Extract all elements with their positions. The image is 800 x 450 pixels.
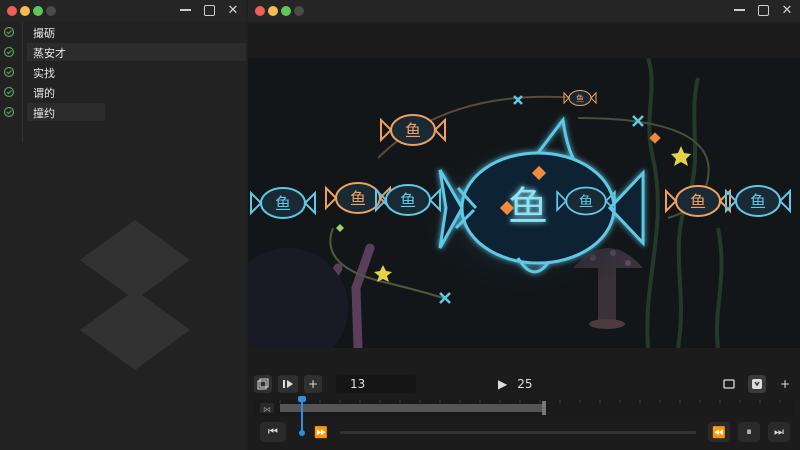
onion-skin-button[interactable] xyxy=(254,375,272,393)
fish-glyph-text: 鱼 xyxy=(405,121,421,140)
fish-glyph-text: 鱼 xyxy=(576,93,584,103)
layer-label: 实找 xyxy=(33,67,55,80)
window-buttons xyxy=(7,6,56,16)
fish-glyph-text: 鱼 xyxy=(350,189,366,208)
canvas-viewport[interactable]: 鱼 鱼鱼鱼鱼鱼鱼鱼鱼 xyxy=(248,58,800,348)
step-forward-icon xyxy=(283,380,293,388)
plus-icon: + xyxy=(307,377,319,391)
window-buttons xyxy=(255,6,304,16)
layer-label: 撮砺 xyxy=(33,27,55,40)
add-button[interactable]: + xyxy=(776,375,794,393)
keyframe-toggle-icon[interactable] xyxy=(3,26,15,38)
export-icon xyxy=(752,379,762,389)
fast-forward-icon: ⏩ xyxy=(314,425,328,439)
onion-skin-icon xyxy=(257,378,269,390)
keyframe-toggle-icon[interactable] xyxy=(3,86,15,98)
layer-list-item[interactable]: 实找 xyxy=(0,62,246,82)
transport-toolbar: + 13 ▶ 25 + xyxy=(248,372,800,396)
fish-glyph-text: 鱼 xyxy=(275,194,291,213)
maximize-icon[interactable] xyxy=(756,3,770,17)
keyframe-toggle-icon[interactable] xyxy=(3,106,15,118)
window-controls: ✕ xyxy=(732,3,794,18)
preview-window: ✕ 鱼 鱼 鱼 鱼 鱼 鱼 鱼 鱼 鱼 + 13 ▶ 25 + ⋈ ⏮ ⏩ ⏪ … xyxy=(248,0,800,450)
fish-glyph-text: 鱼 xyxy=(690,192,706,211)
layer-list-item[interactable]: 撞约 xyxy=(0,102,246,122)
minimize-dot[interactable] xyxy=(268,6,278,16)
layer-list-item[interactable]: 蒸安才 xyxy=(0,42,246,62)
zoom-dot[interactable] xyxy=(33,6,43,16)
pause-icon: ⏸ xyxy=(746,425,752,438)
play-icon[interactable]: ▶ xyxy=(498,377,507,391)
fish-glyph-text: 鱼 xyxy=(400,191,416,210)
timeline-track[interactable]: ⋈ xyxy=(254,400,794,416)
fish-glyph-text: 鱼 xyxy=(750,192,766,211)
fast-forward-button[interactable]: ⏩ xyxy=(310,422,332,442)
playback-bar: ⏮ ⏩ ⏪ ⏸ ⏭ xyxy=(248,420,800,446)
step-back-button[interactable]: ⏪ xyxy=(708,422,730,442)
inactive-dot xyxy=(294,6,304,16)
layer-list: 撮砺蒸安才实找谓的撞约 xyxy=(0,22,246,122)
export-button[interactable] xyxy=(748,375,766,393)
scene-illustration: 鱼 鱼鱼鱼鱼鱼鱼鱼鱼 xyxy=(248,58,800,348)
close-icon[interactable]: ✕ xyxy=(780,3,794,18)
maximize-icon[interactable] xyxy=(202,3,216,17)
keyframe-toggle-icon[interactable] xyxy=(3,66,15,78)
inactive-dot xyxy=(46,6,56,16)
zoom-dot[interactable] xyxy=(281,6,291,16)
layer-list-item[interactable]: 撮砺 xyxy=(0,22,246,42)
watermark-shape-icon xyxy=(80,220,190,370)
close-dot[interactable] xyxy=(7,6,17,16)
title-bar: ✕ xyxy=(248,0,800,22)
layer-label: 蒸安才 xyxy=(33,47,66,60)
minimize-icon[interactable] xyxy=(732,3,746,17)
layer-list-item[interactable]: 谓的 xyxy=(0,82,246,102)
title-bar: ✕ xyxy=(0,0,246,22)
skip-forward-icon: ⏭ xyxy=(774,425,784,438)
step-frame-button[interactable] xyxy=(278,375,298,393)
add-frame-button[interactable]: + xyxy=(304,375,322,393)
main-glyph-text: 鱼 xyxy=(508,184,548,230)
screen-icon xyxy=(723,379,735,389)
screen-button[interactable] xyxy=(720,375,738,393)
minimize-dot[interactable] xyxy=(20,6,30,16)
end-frame-label: 25 xyxy=(517,377,533,391)
playback-group: ▶ 25 xyxy=(498,375,533,393)
svg-text:⋈: ⋈ xyxy=(263,405,271,414)
window-controls: ✕ xyxy=(178,3,240,18)
layers-window: ✕ 撮砺蒸安才实找谓的撞约 xyxy=(0,0,246,450)
fish-glyph-text: 鱼 xyxy=(579,192,593,210)
plus-icon: + xyxy=(779,377,791,391)
rewind-start-button[interactable]: ⏮ xyxy=(260,422,286,442)
current-frame-field[interactable]: 13 xyxy=(336,375,416,393)
skip-back-icon: ⏮ xyxy=(268,425,278,438)
minimize-icon[interactable] xyxy=(178,3,192,17)
layer-label: 谓的 xyxy=(33,87,55,100)
close-icon[interactable]: ✕ xyxy=(226,3,240,18)
scrub-bar[interactable] xyxy=(340,431,696,434)
pause-button[interactable]: ⏸ xyxy=(738,422,760,442)
skip-end-button[interactable]: ⏭ xyxy=(768,422,790,442)
layer-label: 撞约 xyxy=(33,107,55,120)
close-dot[interactable] xyxy=(255,6,265,16)
keyframe-toggle-icon[interactable] xyxy=(3,46,15,58)
rewind-icon: ⏪ xyxy=(712,425,726,439)
